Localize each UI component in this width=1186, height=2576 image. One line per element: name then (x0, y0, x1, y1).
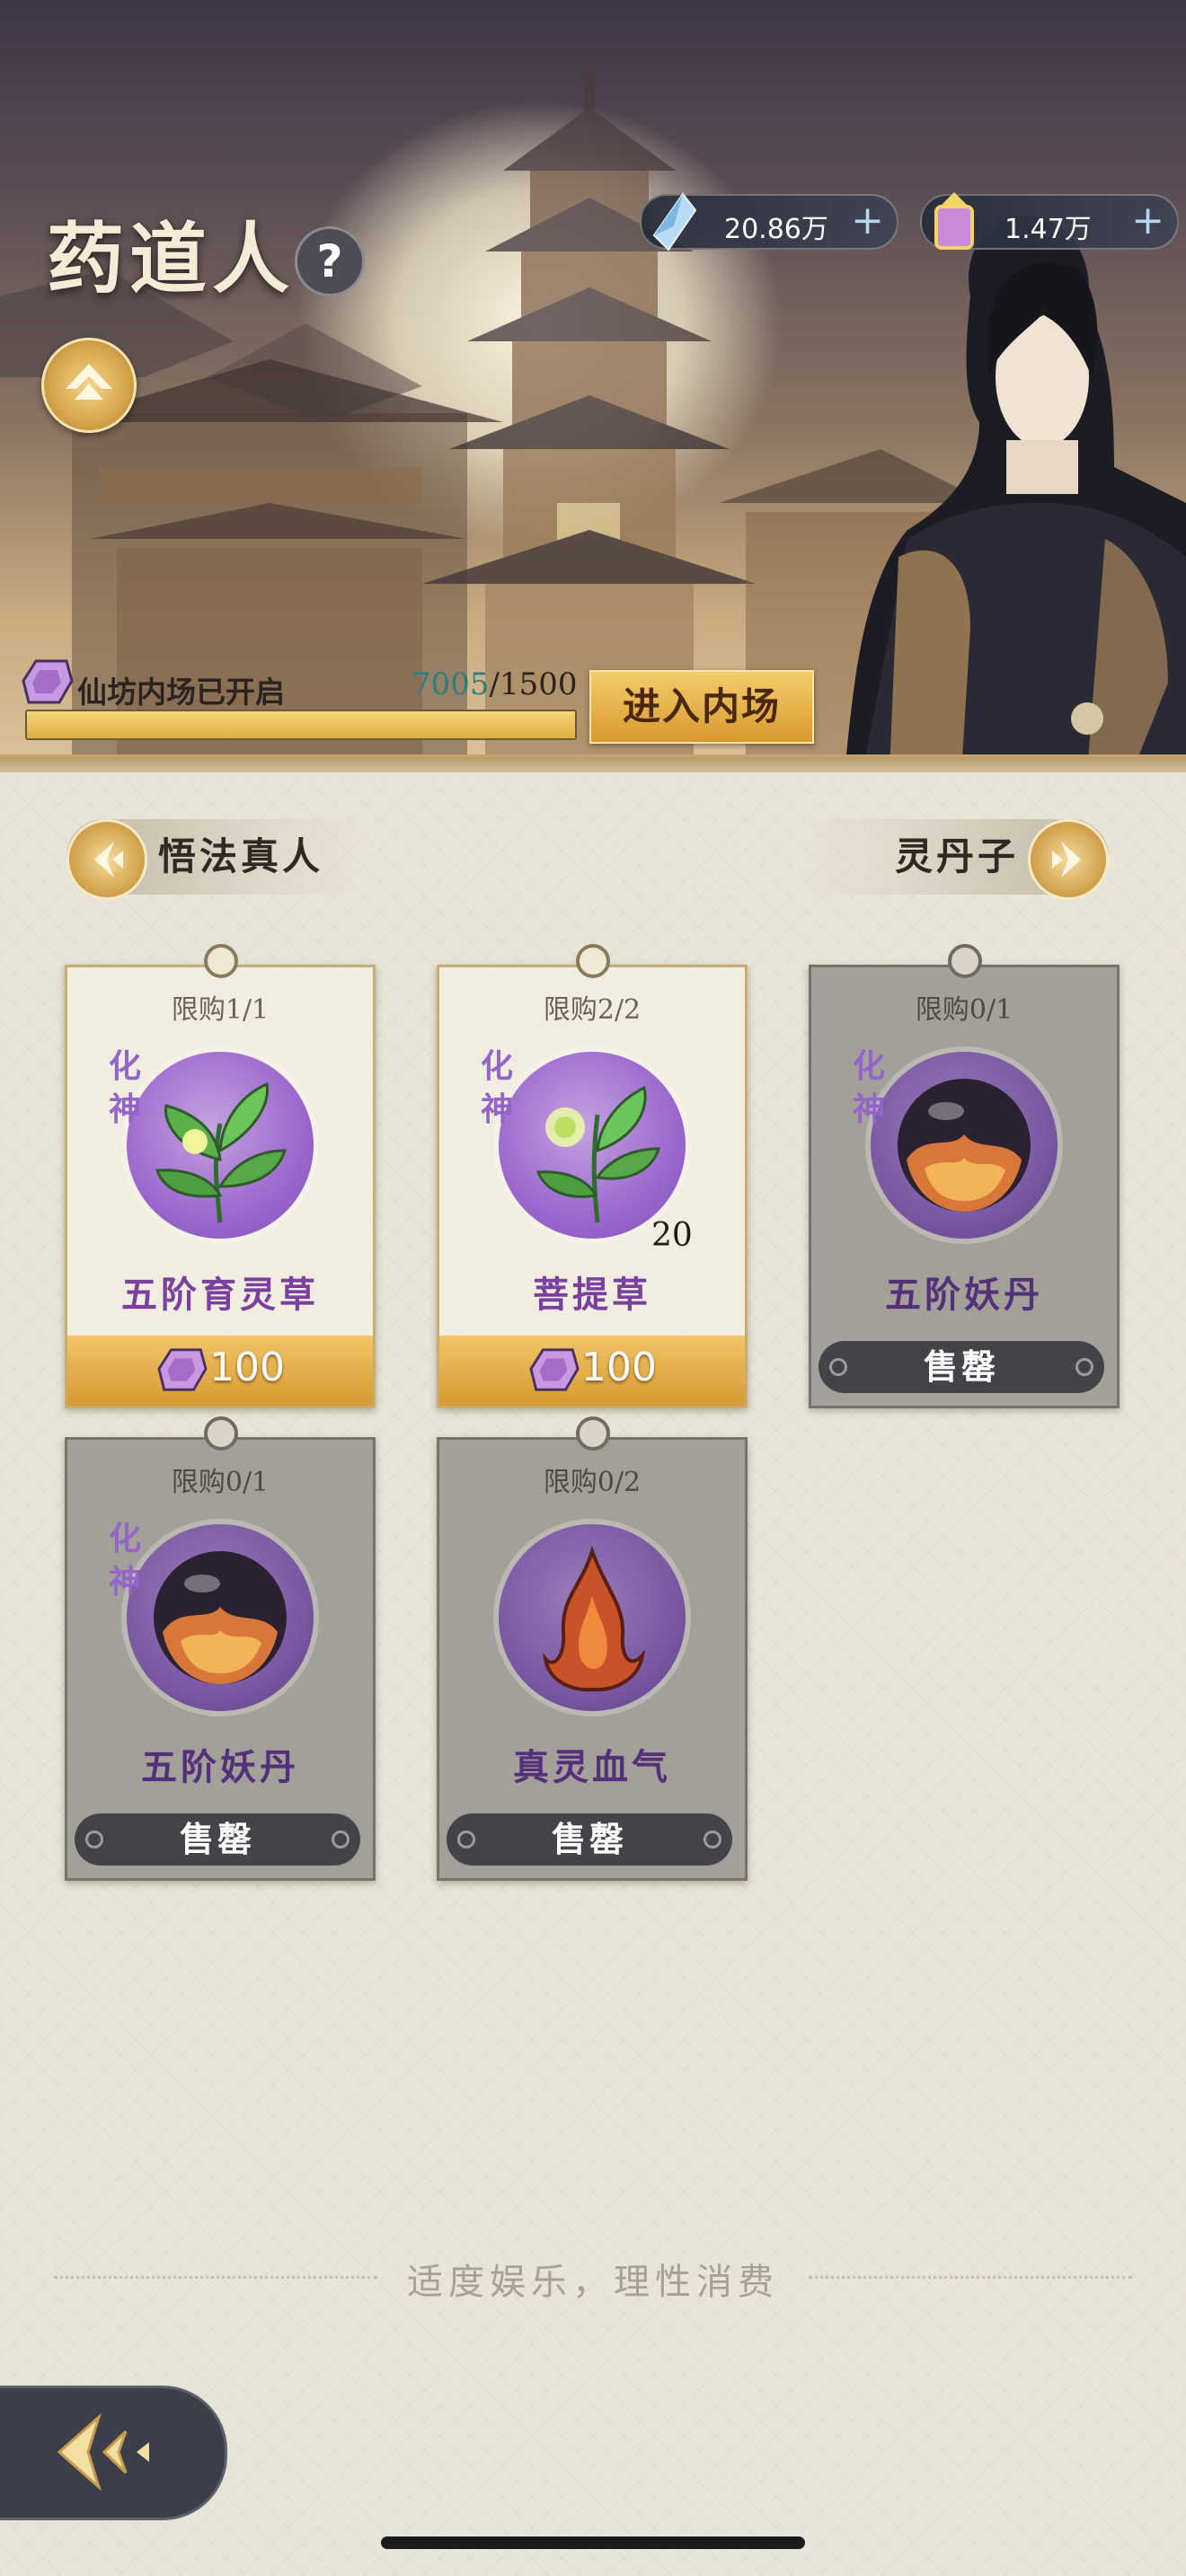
progress-fill (27, 711, 575, 738)
pagoda-scene-illustration (0, 72, 1186, 772)
next-merchant-label: 灵丹子 (894, 834, 1019, 878)
home-indicator (381, 2536, 805, 2549)
item-name: 五阶妖丹 (885, 1274, 1043, 1316)
card-knob (948, 944, 982, 978)
progress-total: /1500 (489, 666, 578, 702)
item-orb (871, 1052, 1058, 1239)
progress-label: 仙坊内场已开启 (77, 675, 285, 710)
card-knob (204, 1416, 238, 1451)
jade-token-icon (529, 1348, 580, 1391)
progress-current: 7005 (412, 666, 490, 702)
realm-tag: 化神 (109, 1047, 142, 1128)
progress-count: 7005/1500 (412, 666, 578, 702)
item-price: 100 (581, 1345, 657, 1390)
crystal-icon (652, 192, 697, 251)
item-name: 五阶妖丹 (141, 1746, 299, 1788)
item-name: 真灵血气 (513, 1746, 671, 1788)
item-orb (499, 1052, 686, 1239)
item-orb (127, 1052, 314, 1239)
purchase-limit: 限购0/2 (543, 1467, 642, 1498)
shop-item-card[interactable]: 限购0/2 真灵血气 售罄 (437, 1416, 748, 1881)
prev-merchant-button[interactable]: 悟法真人 (66, 819, 363, 900)
demon-core-icon (898, 1079, 1031, 1212)
sold-out-badge: 售罄 (819, 1341, 1104, 1393)
sold-out-badge: 售罄 (447, 1813, 732, 1866)
bodhi-herb-icon (535, 1085, 661, 1223)
add-crystal-button[interactable]: + (851, 199, 884, 243)
rank-up-icon (66, 364, 112, 400)
buy-button[interactable]: 100 (439, 1336, 745, 1406)
item-orb (499, 1524, 686, 1711)
shop-item-card[interactable]: 限购2/2 化神 20 菩提草 100 (437, 944, 748, 1408)
shop-item-card[interactable]: 限购0/1 化神 五阶妖丹 售罄 (809, 944, 1120, 1408)
realm-tag: 化神 (853, 1047, 886, 1128)
demon-core-icon (154, 1551, 287, 1684)
jade-token-icon (22, 659, 74, 704)
purchase-limit: 限购2/2 (543, 994, 642, 1026)
currency-jade: 1.47万 + (920, 192, 1179, 250)
herb-icon (155, 1081, 288, 1223)
card-knob (576, 1416, 610, 1451)
header-divider (0, 754, 1186, 772)
header-banner (0, 0, 1186, 772)
add-jade-button[interactable]: + (1131, 199, 1164, 243)
item-quantity: 20 (651, 1217, 693, 1254)
question-mark-icon[interactable]: ? (295, 226, 365, 296)
currency-crystal-value: 20.86万 (724, 214, 828, 245)
buy-button[interactable]: 100 (67, 1336, 373, 1406)
item-name: 五阶育灵草 (121, 1274, 319, 1316)
shop-item-card[interactable]: 限购1/1 化神 五阶育灵草 100 (65, 944, 376, 1408)
arrow-right-icon (1028, 819, 1109, 900)
realm-tag: 化神 (109, 1520, 142, 1601)
card-knob (204, 944, 238, 978)
footer-notice: 适度娱乐，理性消费 (407, 2262, 779, 2303)
back-button[interactable] (0, 2386, 227, 2520)
back-arrow-icon (57, 2413, 149, 2492)
card-knob (576, 944, 610, 978)
arrow-left-icon (66, 819, 147, 900)
rank-up-button[interactable] (41, 338, 137, 433)
item-price: 100 (209, 1345, 285, 1390)
purchase-limit: 限购0/1 (171, 1467, 270, 1498)
currency-jade-value: 1.47万 (1005, 214, 1092, 245)
realm-tag: 化神 (481, 1047, 514, 1128)
purchase-limit: 限购1/1 (171, 994, 270, 1026)
progress-bar (25, 710, 577, 740)
page-title: 药道人 (47, 214, 295, 304)
item-name: 菩提草 (533, 1274, 651, 1316)
shop-item-card[interactable]: 限购0/1 化神 五阶妖丹 售罄 (65, 1416, 376, 1881)
next-merchant-button[interactable]: 灵丹子 (800, 819, 1109, 900)
currency-crystal: 20.86万 + (640, 192, 898, 251)
jade-pouch-icon (934, 192, 974, 250)
jade-token-icon (157, 1348, 208, 1391)
sold-out-badge: 售罄 (75, 1813, 360, 1866)
prev-merchant-label: 悟法真人 (158, 834, 324, 878)
purchase-limit: 限购0/1 (915, 994, 1013, 1026)
blood-essence-icon (542, 1545, 646, 1692)
item-orb (127, 1524, 314, 1711)
enter-inner-market-button[interactable]: 进入内场 (589, 670, 814, 744)
